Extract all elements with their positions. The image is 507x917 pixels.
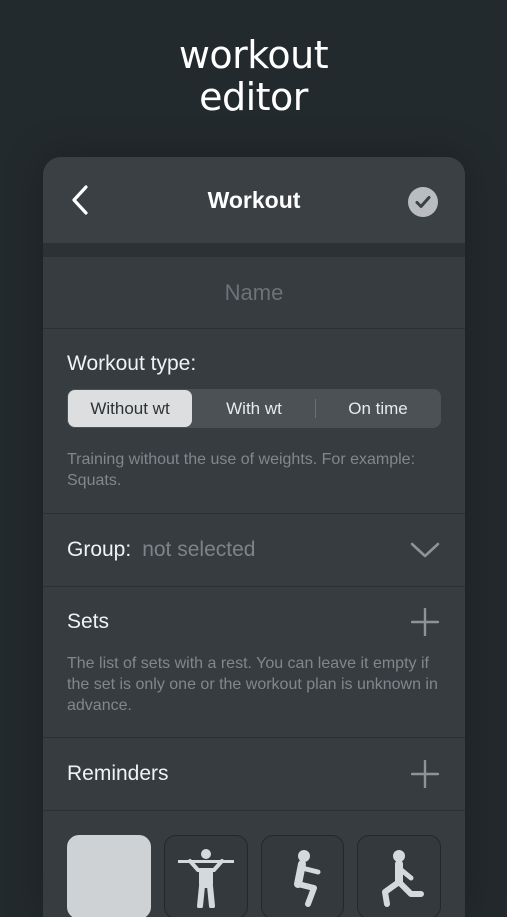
- sets-section: Sets The list of sets with a rest. You c…: [43, 587, 465, 738]
- group-row[interactable]: Group: not selected: [67, 514, 441, 586]
- promo-title-line1: workout: [178, 33, 329, 77]
- back-button[interactable]: [65, 185, 95, 215]
- segment-on-time[interactable]: On time: [316, 390, 440, 427]
- group-section: Group: not selected: [43, 514, 465, 587]
- sets-row: Sets: [67, 587, 441, 657]
- promo-title: workout editor: [0, 34, 507, 118]
- reminders-row: Reminders: [67, 738, 441, 810]
- chevron-down-icon: [410, 542, 440, 558]
- navbar: Workout: [43, 157, 465, 243]
- confirm-button[interactable]: [408, 187, 438, 217]
- sets-description: The list of sets with a rest. You can le…: [67, 655, 438, 714]
- promo-title-line2: editor: [199, 75, 308, 119]
- page-title: Workout: [207, 186, 301, 213]
- group-label: Group:: [67, 538, 132, 561]
- group-value: not selected: [142, 538, 256, 561]
- exercise-icon-option-lunge[interactable]: [357, 835, 441, 917]
- add-set-button[interactable]: [409, 606, 441, 638]
- chevron-left-icon: [72, 185, 88, 215]
- sets-label: Sets: [67, 610, 110, 633]
- reminders-label: Reminders: [67, 762, 169, 785]
- segment-with-weight[interactable]: With wt: [192, 390, 316, 427]
- exercise-icon-option-squat[interactable]: [260, 835, 345, 917]
- name-input[interactable]: [43, 279, 465, 306]
- workout-type-description: Training without the use of weights. For…: [67, 451, 416, 489]
- group-dropdown-button[interactable]: [409, 534, 441, 566]
- segment-divider: [315, 399, 316, 418]
- pull-up-icon: [177, 849, 234, 908]
- add-reminder-button[interactable]: [409, 758, 441, 790]
- checkmark-icon: [415, 196, 431, 208]
- exercise-icon-picker: [43, 811, 465, 917]
- reminders-section: Reminders: [43, 738, 465, 811]
- workout-editor-card: Workout Workout type: Without wt With wt…: [43, 157, 465, 917]
- plus-icon: [411, 608, 439, 636]
- group-label-group: Group: not selected: [67, 538, 255, 562]
- plus-icon: [411, 760, 439, 788]
- workout-type-selector: Without wt With wt On time: [67, 389, 441, 428]
- header-divider: [43, 243, 465, 257]
- workout-type-section: Workout type: Without wt With wt On time…: [43, 329, 465, 514]
- exercise-icon-option-blank[interactable]: [67, 835, 151, 917]
- segment-without-weight[interactable]: Without wt: [68, 390, 192, 427]
- squat-icon: [294, 850, 321, 907]
- exercise-icon-option-pullup[interactable]: [163, 835, 248, 917]
- lunge-icon: [382, 850, 425, 907]
- name-field-row: [43, 257, 465, 329]
- workout-type-label: Workout type:: [67, 352, 197, 375]
